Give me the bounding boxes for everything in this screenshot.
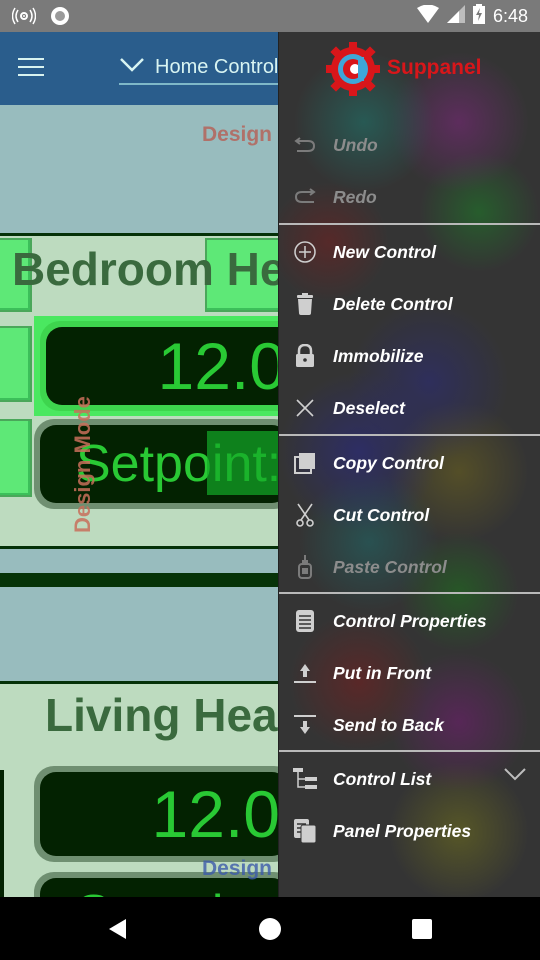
menu-item-delete-control[interactable]: Delete Control — [279, 278, 540, 330]
screen: 6:48 Home Control Design Bedroom Heating… — [0, 0, 540, 960]
menu-label: Copy Control — [333, 452, 444, 473]
trash-icon — [293, 292, 317, 316]
cell-signal-icon — [446, 5, 465, 28]
separator-strip — [0, 573, 280, 587]
hamburger-icon[interactable] — [18, 58, 44, 78]
undo-icon — [293, 133, 317, 157]
paste-glue-icon — [293, 555, 317, 579]
green-button[interactable] — [207, 431, 287, 495]
drawer-header: Suppanel — [279, 32, 540, 107]
scissors-icon — [293, 503, 317, 527]
back-icon[interactable] — [106, 917, 130, 941]
chevron-down-icon — [119, 57, 145, 78]
green-button[interactable] — [0, 326, 32, 402]
panel-title: Home Control — [155, 56, 279, 78]
battery-charging-icon — [472, 4, 485, 29]
expand-chevron-icon[interactable] — [503, 767, 527, 791]
menu-label: Cut Control — [333, 504, 430, 525]
menu-item-new-control[interactable]: New Control — [279, 226, 540, 278]
menu-item-redo[interactable]: Redo — [279, 171, 540, 223]
clock: 6:48 — [492, 6, 528, 26]
properties-icon — [293, 609, 317, 633]
home-icon[interactable] — [258, 917, 282, 941]
edge-control — [0, 770, 4, 897]
green-button[interactable] — [0, 419, 32, 497]
design-mode-label: Design — [202, 123, 273, 146]
menu-item-paste-control[interactable]: Paste Control — [279, 541, 540, 593]
menu-label: Send to Back — [333, 714, 444, 735]
circle-notification-icon — [50, 6, 70, 31]
redo-icon — [293, 185, 317, 209]
tree-list-icon — [293, 767, 317, 791]
divider — [279, 592, 540, 594]
menu-label: Paste Control — [333, 556, 447, 577]
menu-item-cut-control[interactable]: Cut Control — [279, 489, 540, 541]
menu-label: Redo — [333, 186, 377, 207]
send-to-back-icon — [293, 713, 317, 737]
menu-label: Put in Front — [333, 662, 432, 683]
temperature-display[interactable]: 12.0 — [34, 766, 294, 862]
menu-label: New Control — [333, 241, 437, 262]
menu-item-panel-properties[interactable]: Panel Properties — [279, 805, 540, 857]
copy-icon — [293, 451, 317, 475]
menu-label: Control Properties — [333, 610, 487, 631]
add-circle-icon — [293, 240, 317, 264]
menu-label: Undo — [333, 134, 378, 155]
menu-label: Deselect — [333, 397, 405, 418]
temperature-value: 12.0 — [46, 327, 294, 405]
menu-item-deselect[interactable]: Deselect — [279, 382, 540, 434]
wifi-icon — [416, 4, 439, 28]
menu-item-immobilize[interactable]: Immobilize — [279, 330, 540, 382]
panel-properties-icon — [293, 819, 317, 843]
bring-to-front-icon — [293, 661, 317, 685]
menu-label: Panel Properties — [333, 820, 472, 841]
recents-icon[interactable] — [410, 917, 434, 941]
menu-item-control-properties[interactable]: Control Properties — [279, 595, 540, 647]
status-bar: 6:48 — [0, 0, 540, 32]
menu-item-copy-control[interactable]: Copy Control — [279, 437, 540, 489]
brand-name: Suppanel — [387, 56, 482, 79]
navigation-drawer: Suppanel Undo Redo New Control Delete Co… — [278, 32, 540, 897]
divider — [279, 434, 540, 436]
close-icon — [293, 396, 317, 420]
design-mode-vertical-label: Design Mode — [70, 396, 95, 533]
divider — [279, 223, 540, 225]
menu-item-undo[interactable]: Undo — [279, 119, 540, 171]
menu-item-send-to-back[interactable]: Send to Back — [279, 699, 540, 751]
temperature-value: 12.0 — [40, 772, 288, 856]
system-nav-bar — [0, 897, 540, 960]
menu-label: Delete Control — [333, 293, 453, 314]
design-mode-label: Design — [202, 857, 273, 880]
menu-label: Immobilize — [333, 345, 424, 366]
hotspot-icon — [11, 6, 37, 31]
menu-item-control-list[interactable]: Control List — [279, 753, 540, 805]
menu-label: Control List — [333, 768, 432, 789]
suppanel-logo-icon — [325, 41, 381, 97]
menu-item-put-in-front[interactable]: Put in Front — [279, 647, 540, 699]
lock-icon — [293, 344, 317, 368]
divider — [279, 750, 540, 752]
